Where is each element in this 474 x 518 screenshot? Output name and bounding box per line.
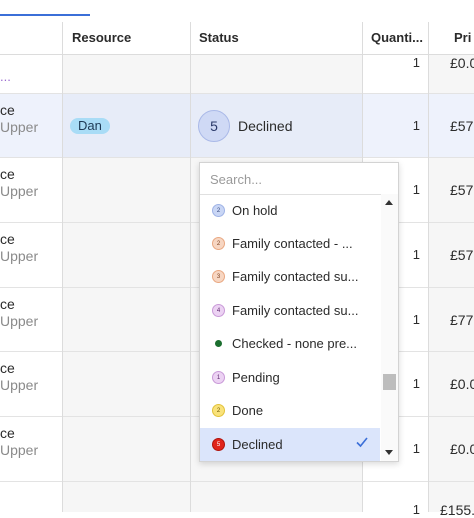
item-subtitle: Upper (0, 313, 39, 329)
status-label: Declined (238, 118, 293, 134)
price-value: £155.0 (440, 502, 474, 518)
price-value: £0.0 (450, 441, 474, 457)
item-subtitle: Upper (0, 377, 39, 393)
item-name: ce (0, 102, 15, 118)
table-row-selected[interactable]: ce Upper Dan 5 Declined 1 £57.5 (0, 94, 474, 158)
quantity-value: 1 (412, 118, 420, 133)
column-divider (190, 22, 191, 512)
item-subtitle: Upper (0, 442, 39, 458)
option-declined[interactable]: 5 Declined (200, 428, 380, 461)
scroll-up-arrow-icon[interactable] (385, 200, 393, 205)
status-number-icon: 4 (212, 304, 225, 317)
status-number-icon: 1 (212, 371, 225, 384)
item-subtitle: Upper (0, 119, 39, 135)
quantity-value: 1 (412, 182, 420, 197)
status-number-badge: 5 (198, 110, 230, 142)
search-input[interactable] (208, 169, 392, 189)
top-toolbar (0, 0, 474, 23)
status-number-icon: 5 (212, 438, 225, 451)
dropdown-scrollbar[interactable] (381, 194, 398, 461)
option-label: On hold (232, 203, 278, 218)
option-label: Checked - none pre... (232, 336, 358, 351)
column-divider (428, 22, 429, 512)
item-name: ce (0, 425, 15, 441)
dropdown-search (200, 163, 398, 195)
option-family-contacted-1[interactable]: 2 Family contacted - ... (200, 227, 380, 260)
more-ellipsis[interactable]: ... (0, 69, 11, 84)
option-label: Family contacted su... (232, 303, 359, 318)
active-tab-indicator (0, 14, 90, 16)
header-price[interactable]: Pri (454, 22, 474, 54)
header-quantity[interactable]: Quanti... (371, 22, 426, 54)
price-value: £0.0 (450, 55, 474, 71)
price-value: £77.5 (450, 312, 474, 328)
quantity-value: 1 (412, 502, 420, 517)
item-name: ce (0, 166, 15, 182)
option-checked-none[interactable]: Checked - none pre... (200, 327, 380, 360)
quantity-value: 1 (412, 312, 420, 327)
option-pending[interactable]: 1 Pending (200, 361, 380, 394)
option-label: Done (232, 403, 264, 418)
header-resource[interactable]: Resource (72, 22, 182, 54)
table-row[interactable]: ... 1 £0.0 (0, 55, 474, 94)
quantity-value: 1 (412, 247, 420, 262)
option-family-contacted-2[interactable]: 3 Family contacted su... (200, 260, 380, 293)
table-header: Resource Status Quanti... Pri (0, 22, 474, 55)
price-value: £57.5 (450, 182, 474, 198)
resource-chip[interactable]: Dan (70, 118, 110, 134)
header-status[interactable]: Status (199, 22, 349, 54)
option-label: Declined (232, 437, 283, 452)
option-done[interactable]: 2 Done (200, 394, 380, 427)
scrollbar-thumb[interactable] (383, 374, 396, 390)
scroll-down-arrow-icon[interactable] (385, 450, 393, 455)
quantity-value: 1 (412, 376, 420, 391)
option-family-contacted-3[interactable]: 4 Family contacted su... (200, 294, 380, 327)
status-dot-icon (215, 340, 222, 347)
table-row[interactable]: 1 £155.0 (0, 482, 474, 518)
status-number-icon: 2 (212, 404, 225, 417)
status-number-icon: 2 (212, 204, 225, 217)
quantity-value: 1 (412, 441, 420, 456)
price-value: £57.5 (450, 247, 474, 263)
quantity-value: 1 (412, 55, 420, 70)
option-on-hold[interactable]: 2 On hold (200, 194, 380, 227)
item-name: ce (0, 231, 15, 247)
price-value: £0.0 (450, 376, 474, 392)
item-name: ce (0, 296, 15, 312)
item-name: ce (0, 360, 15, 376)
option-label: Family contacted su... (232, 269, 359, 284)
status-cell[interactable]: 5 Declined (190, 94, 362, 157)
option-label: Pending (232, 370, 280, 385)
checkmark-icon (356, 437, 368, 448)
column-divider (62, 22, 63, 512)
status-number-icon: 2 (212, 237, 225, 250)
status-dropdown[interactable]: 2 On hold 2 Family contacted - ... 3 Fam… (199, 162, 399, 462)
item-subtitle: Upper (0, 248, 39, 264)
price-value: £57.5 (450, 118, 474, 134)
status-number-icon: 3 (212, 270, 225, 283)
option-label: Family contacted - ... (232, 236, 353, 251)
item-subtitle: Upper (0, 183, 39, 199)
